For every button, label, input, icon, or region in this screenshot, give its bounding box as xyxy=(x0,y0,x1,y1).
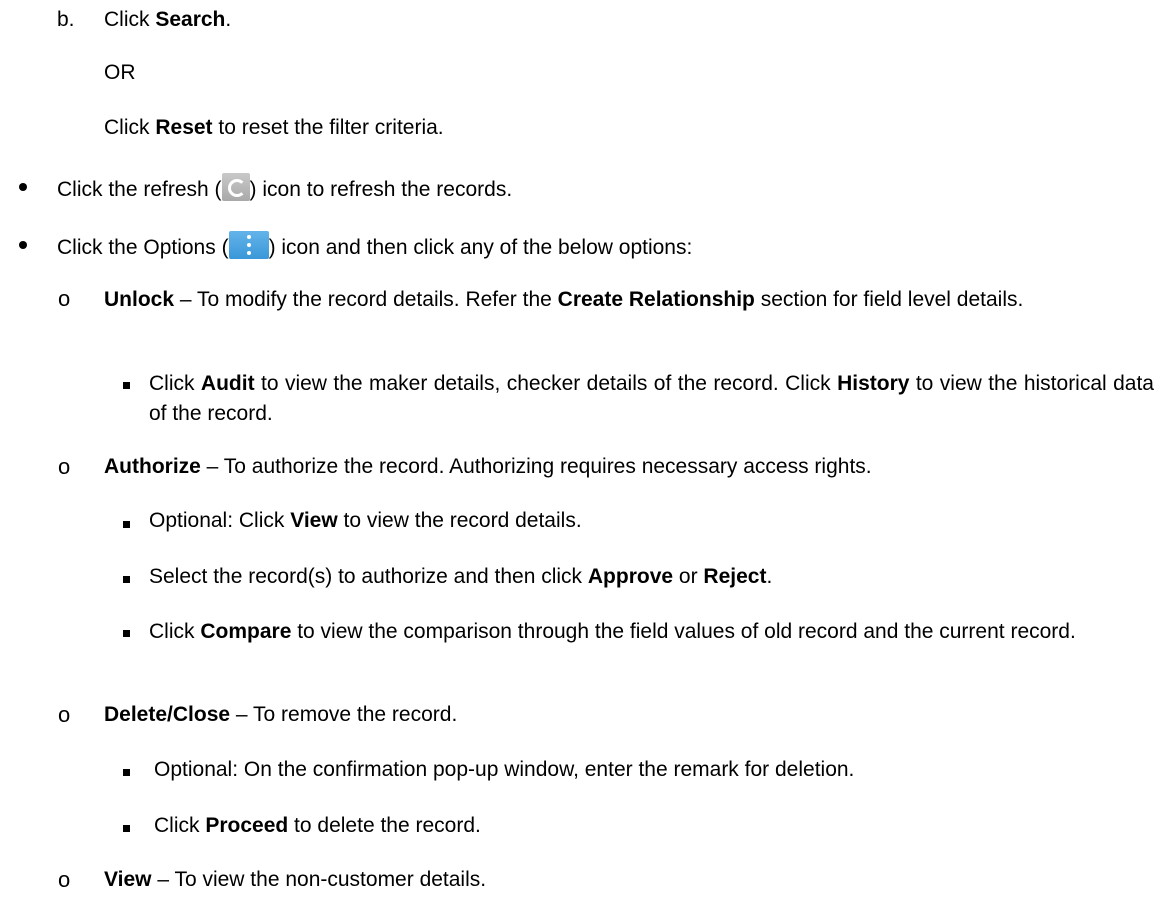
bullet-square xyxy=(123,825,130,832)
text: Click xyxy=(104,116,156,139)
unlock-term: Unlock xyxy=(104,288,175,311)
step-marker: b. xyxy=(57,8,75,31)
options-icon xyxy=(228,231,269,259)
text: to view the maker details, checker detai… xyxy=(254,372,838,395)
text: . xyxy=(225,8,232,31)
text: Click the refresh ( xyxy=(57,178,222,201)
text: Click xyxy=(104,8,156,31)
bullet-square xyxy=(123,382,130,389)
text: Click xyxy=(149,372,201,395)
delete-optional-text: Optional: On the confirmation pop-up win… xyxy=(154,758,855,781)
search-term: Search xyxy=(155,8,226,31)
text: to delete the record. xyxy=(288,814,481,837)
view-term: View xyxy=(104,868,152,891)
bullet-circle: o xyxy=(58,702,71,727)
view-term: View xyxy=(290,509,338,532)
bullet-circle: o xyxy=(58,867,71,892)
reset-text: Click Reset to reset the filter criteria… xyxy=(104,114,444,142)
text: to reset the filter criteria. xyxy=(212,116,444,139)
bullet xyxy=(19,183,27,191)
view-text: View – To view the non-customer details. xyxy=(104,866,486,894)
refresh-glyph xyxy=(227,179,246,197)
text: Optional: Click xyxy=(149,509,291,532)
delete-text: Delete/Close – To remove the record. xyxy=(104,701,457,729)
reject-term: Reject xyxy=(703,565,767,588)
audit-item: Click Audit to view the maker details, c… xyxy=(149,369,1154,429)
text: – To view the non-customer details. xyxy=(151,868,487,891)
text: to view the record details. xyxy=(337,509,582,532)
reset-term: Reset xyxy=(155,116,213,139)
audit-term: Audit xyxy=(200,372,255,395)
auth-view-text: Optional: Click View to view the record … xyxy=(149,507,582,535)
bullet-circle: o xyxy=(58,286,71,311)
text: – To remove the record. xyxy=(230,703,458,726)
text: – To modify the record details. Refer th… xyxy=(174,288,558,311)
text: Select the record(s) to authorize and th… xyxy=(149,565,588,588)
refresh-icon xyxy=(221,173,250,201)
bullet xyxy=(19,241,27,249)
delete-term: Delete/Close xyxy=(104,703,231,726)
auth-select-text: Select the record(s) to authorize and th… xyxy=(149,563,772,591)
bullet-square xyxy=(123,521,130,528)
text: section for field level details. xyxy=(754,288,1024,311)
proceed-text: Click Proceed to delete the record. xyxy=(154,812,481,840)
step-b-text: Click Search. xyxy=(104,6,231,34)
compare-term: Compare xyxy=(200,620,292,643)
text: Click the Options ( xyxy=(57,236,229,259)
unlock-item: Unlock – To modify the record details. R… xyxy=(104,285,1154,315)
text: Click xyxy=(154,814,206,837)
bullet-circle: o xyxy=(58,454,71,479)
text: ) icon to refresh the records. xyxy=(249,178,513,201)
text: to view the comparison through the field… xyxy=(291,620,1076,643)
bullet-square xyxy=(123,769,130,776)
authorize-text: Authorize – To authorize the record. Aut… xyxy=(104,453,872,481)
options-glyph xyxy=(246,235,251,255)
approve-term: Approve xyxy=(587,565,674,588)
refresh-text: Click the refresh ( ) icon to refresh the… xyxy=(57,173,512,204)
text: . xyxy=(766,565,773,588)
text: – To authorize the record. Authorizing r… xyxy=(200,455,872,478)
text: Click xyxy=(149,620,201,643)
text: or xyxy=(673,565,704,588)
proceed-term: Proceed xyxy=(205,814,289,837)
history-term: History xyxy=(837,372,910,395)
authorize-term: Authorize xyxy=(104,455,201,478)
bullet-square xyxy=(123,576,130,583)
section-ref: Create Relationship xyxy=(557,288,755,311)
options-text: Click the Options ( ) icon and then click… xyxy=(57,231,692,262)
or-text: OR xyxy=(104,61,136,84)
bullet-square xyxy=(123,630,130,637)
text: ) icon and then click any of the below o… xyxy=(268,236,693,259)
compare-item: Click Compare to view the comparison thr… xyxy=(149,617,1154,647)
